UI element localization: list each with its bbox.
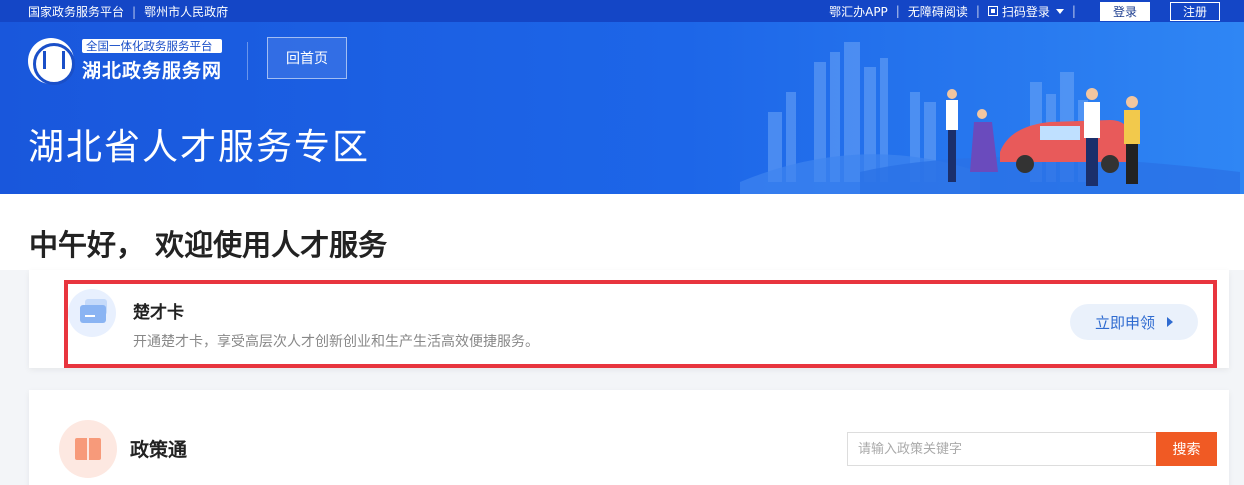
policy-title: 政策通 <box>130 439 188 461</box>
home-button[interactable]: 回首页 <box>267 37 347 79</box>
national-platform-link[interactable]: 国家政务服务平台 <box>28 3 124 20</box>
caret-down-icon <box>1055 8 1064 14</box>
page-title: 湖北省人才服务专区 <box>28 127 371 168</box>
greeting-heading: 中午好， 欢迎使用人才服务 <box>29 228 388 262</box>
scan-login-label: 扫码登录 <box>1001 4 1050 19</box>
apply-now-button[interactable]: 立即申领 <box>1070 304 1198 340</box>
apply-now-label: 立即申领 <box>1094 313 1155 332</box>
app-link[interactable]: 鄂汇办APP <box>829 3 888 20</box>
separator: | <box>132 4 137 19</box>
accessible-reading-link[interactable]: 无障碍阅读 <box>908 3 968 20</box>
register-button[interactable]: 注册 <box>1169 1 1220 21</box>
emblem-icon <box>28 38 75 85</box>
book-icon <box>59 420 117 478</box>
policy-panel: 政策通 搜索 <box>29 390 1229 485</box>
separator: | <box>895 4 900 18</box>
talent-card-panel: 楚才卡 开通楚才卡，享受高层次人才创新创业和生产生活高效便捷服务。 立即申领 <box>29 270 1229 368</box>
greeting-section: 中午好， 欢迎使用人才服务 <box>0 194 1244 270</box>
city-illustration <box>740 42 1240 194</box>
policy-search-input[interactable] <box>847 432 1158 466</box>
play-arrow-icon <box>1167 317 1173 327</box>
logo-text: 全国一体化政务服务平台 湖北政务服务网 <box>82 39 223 83</box>
ezhou-government-link[interactable]: 鄂州市人民政府 <box>144 3 228 20</box>
top-bar-right: 鄂汇办APP | 无障碍阅读 | 扫码登录 | 登录 注册 <box>829 0 1220 22</box>
talent-card-title: 楚才卡 <box>133 303 184 323</box>
login-button[interactable]: 登录 <box>1099 1 1150 21</box>
site-logo[interactable]: 全国一体化政务服务平台 湖北政务服务网 <box>28 38 223 85</box>
scan-login-dropdown[interactable]: 扫码登录 <box>987 3 1064 20</box>
header-divider <box>247 42 248 80</box>
separator: | <box>975 4 980 18</box>
header-banner: 全国一体化政务服务平台 湖北政务服务网 回首页 湖北省人才服务专区 <box>0 22 1244 194</box>
search-button[interactable]: 搜索 <box>1156 432 1217 466</box>
qr-code-icon <box>987 6 998 16</box>
top-bar-left: 国家政务服务平台 | 鄂州市人民政府 <box>28 3 228 20</box>
top-bar: 国家政务服务平台 | 鄂州市人民政府 鄂汇办APP | 无障碍阅读 | 扫码登录… <box>0 0 1244 22</box>
talent-card-description: 开通楚才卡，享受高层次人才创新创业和生产生活高效便捷服务。 <box>133 334 539 350</box>
logo-tagline: 全国一体化政务服务平台 <box>82 39 223 53</box>
separator: | <box>1071 4 1076 18</box>
logo-name: 湖北政务服务网 <box>82 60 223 82</box>
card-icon <box>68 289 116 337</box>
